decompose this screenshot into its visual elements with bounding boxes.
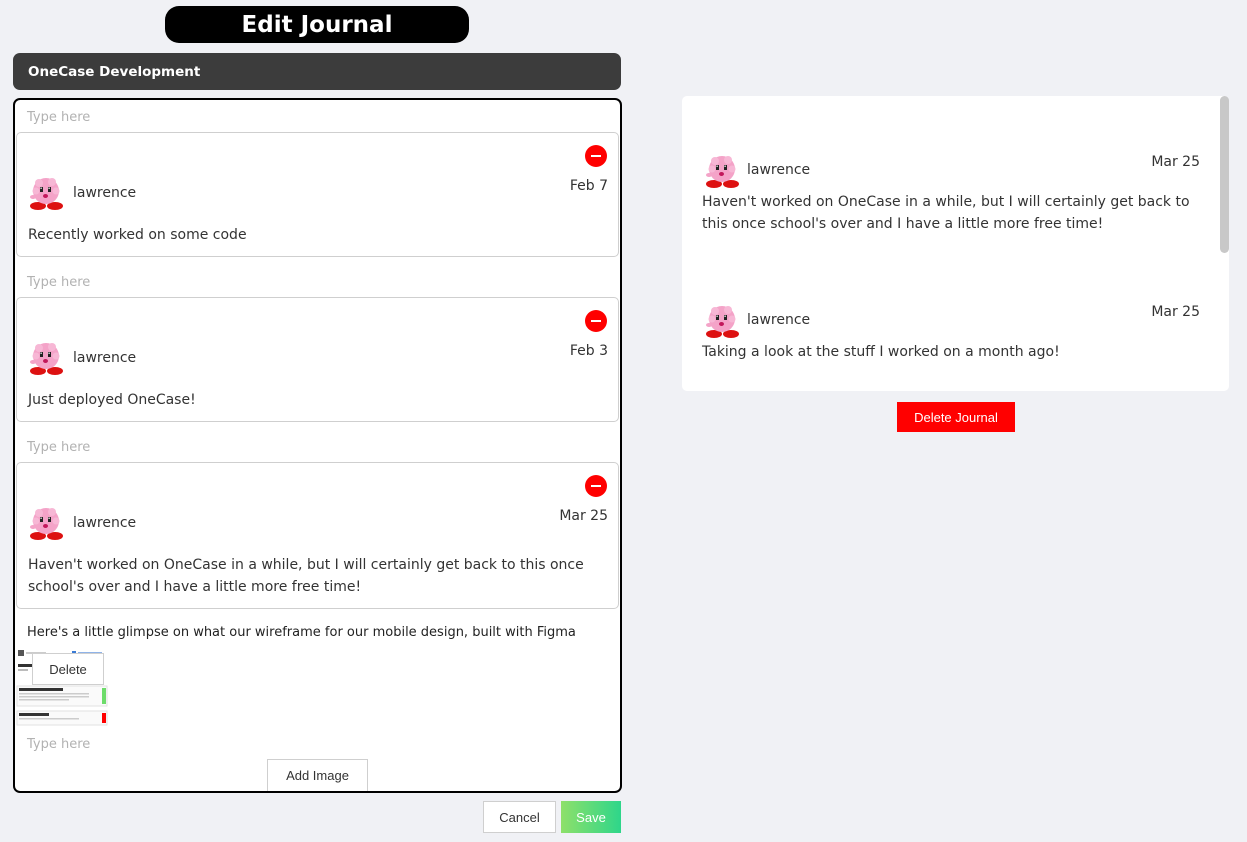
journal-name: OneCase Development bbox=[28, 63, 201, 80]
delete-journal-button[interactable]: Delete Journal bbox=[897, 402, 1015, 432]
entry-author: lawrence bbox=[73, 515, 137, 531]
kirby-avatar-icon bbox=[28, 175, 64, 211]
type-here-input[interactable]: Type here bbox=[27, 110, 90, 125]
kirby-avatar-icon bbox=[704, 153, 740, 189]
entry-author: lawrence bbox=[73, 350, 137, 366]
remove-entry-button[interactable] bbox=[585, 475, 607, 497]
entry-date: Mar 25 bbox=[559, 508, 608, 524]
preview-entry-date: Mar 25 bbox=[1151, 154, 1200, 170]
journal-name-bar: OneCase Development bbox=[13, 53, 621, 90]
entry-date: Feb 7 bbox=[569, 178, 608, 194]
save-button[interactable]: Save bbox=[561, 801, 621, 833]
preview-entry-text: Taking a look at the stuff I worked on a… bbox=[702, 344, 1060, 360]
remove-entry-button[interactable] bbox=[585, 145, 607, 167]
kirby-avatar-icon bbox=[28, 340, 64, 376]
entry-text[interactable]: Recently worked on some code bbox=[28, 224, 608, 246]
type-here-input[interactable]: Type here bbox=[27, 440, 90, 455]
journal-preview[interactable]: lawrence Mar 25 Haven't worked on OneCas… bbox=[682, 96, 1229, 391]
type-here-input[interactable]: Type here bbox=[27, 737, 90, 752]
kirby-avatar-icon bbox=[28, 505, 64, 541]
entry-card: lawrence Feb 7 Recently worked on some c… bbox=[16, 132, 619, 257]
add-image-button[interactable]: Add Image bbox=[267, 759, 368, 791]
entry-text[interactable]: Haven't worked on OneCase in a while, bu… bbox=[28, 554, 613, 598]
kirby-avatar-icon bbox=[704, 303, 740, 339]
delete-image-button[interactable]: Delete bbox=[32, 653, 104, 685]
preview-entry-author: lawrence bbox=[747, 312, 811, 328]
preview-entry-text: Haven't worked on OneCase in a while, bu… bbox=[702, 194, 1190, 232]
entry-text[interactable]: Just deployed OneCase! bbox=[28, 389, 608, 411]
remove-entry-button[interactable] bbox=[585, 310, 607, 332]
preview-scrollbar[interactable] bbox=[1220, 96, 1229, 253]
entry-card: lawrence Mar 25 Haven't worked on OneCas… bbox=[16, 462, 619, 609]
preview-entry-author: lawrence bbox=[747, 162, 811, 178]
preview-entry-date: Mar 25 bbox=[1151, 304, 1200, 320]
cancel-button[interactable]: Cancel bbox=[483, 801, 556, 833]
entry-date: Feb 3 bbox=[569, 343, 608, 359]
entry-author: lawrence bbox=[73, 185, 137, 201]
journal-editor: Type here lawrence Feb 7 Recently worked… bbox=[13, 98, 622, 793]
image-entry-text[interactable]: Here's a little glimpse on what our wire… bbox=[27, 625, 576, 640]
entry-card: lawrence Feb 3 Just deployed OneCase! bbox=[16, 297, 619, 422]
type-here-input[interactable]: Type here bbox=[27, 275, 90, 290]
page-title: Edit Journal bbox=[165, 6, 469, 43]
